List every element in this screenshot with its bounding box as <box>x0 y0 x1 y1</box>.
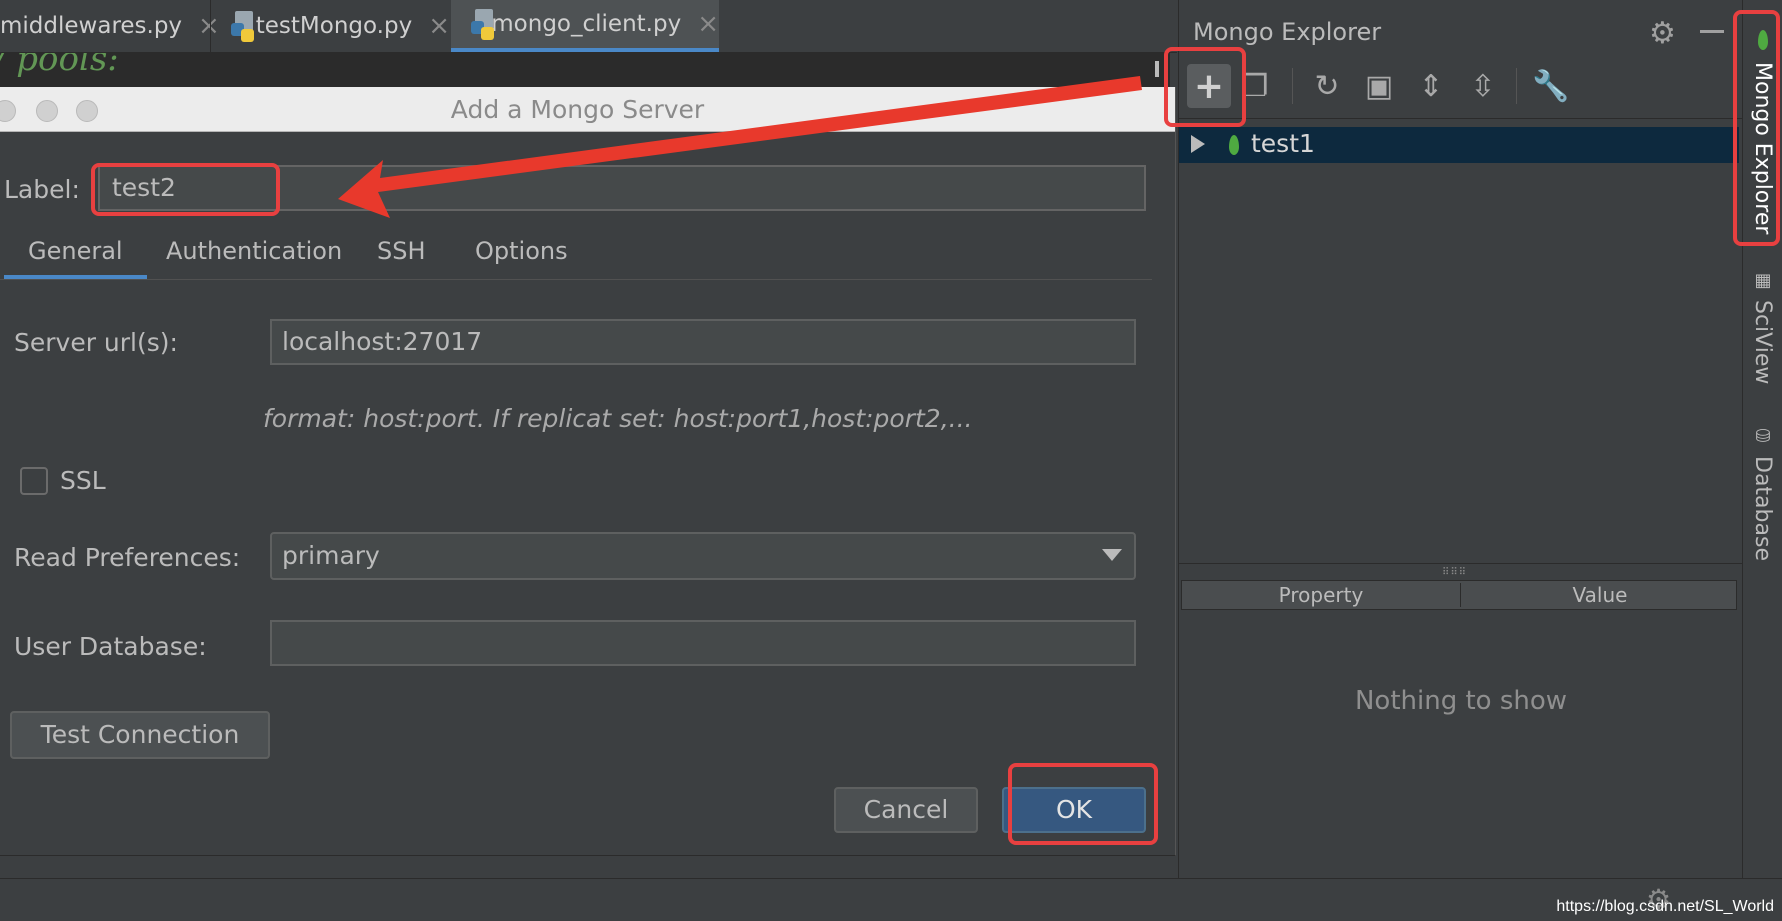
dialog-tab-bar: General Authentication SSH Options <box>0 223 1152 280</box>
user-database-label: User Database: <box>14 632 207 661</box>
tab-middlewares[interactable]: middlewares.py × <box>0 0 220 52</box>
mongo-leaf-icon <box>1229 135 1239 155</box>
ok-button[interactable]: OK <box>1002 787 1146 833</box>
sidebar-tab-sciview[interactable]: SciView <box>1750 300 1775 384</box>
column-value[interactable]: Value <box>1461 583 1739 607</box>
close-icon[interactable]: × <box>697 9 719 39</box>
property-table-header: Property Value <box>1181 580 1737 610</box>
server-url-label: Server url(s): <box>14 328 178 357</box>
empty-state-text: Nothing to show <box>1354 686 1568 716</box>
wrench-icon[interactable]: 🔧 <box>1529 64 1573 108</box>
editor-tab-bar: middlewares.py × testMongo.py × mongo_cl… <box>0 0 1177 53</box>
cancel-button[interactable]: Cancel <box>834 787 978 833</box>
format-hint: format: host:port. If replicat set: host… <box>263 404 973 433</box>
dialog-titlebar: Add a Mongo Server <box>0 87 1175 132</box>
tab-general[interactable]: General <box>4 223 147 279</box>
label-caption: Label: <box>4 175 80 204</box>
editor-area: / pools: <box>0 53 1170 87</box>
toolbar-separator <box>1516 68 1517 104</box>
sidebar-tab-mongo-explorer[interactable]: Mongo Explorer <box>1750 62 1775 234</box>
ssl-checkbox[interactable] <box>20 467 48 495</box>
collapse-all-icon[interactable]: ⇳ <box>1461 64 1505 108</box>
mongo-explorer-panel: Mongo Explorer ⚙ + ❐ ↻ ▣ ⇕ ⇳ 🔧 test1 ⠿⠿⠿… <box>1178 0 1743 878</box>
ssl-label: SSL <box>60 466 106 495</box>
duplicate-server-icon[interactable]: ❐ <box>1233 64 1277 108</box>
panel-splitter[interactable]: ⠿⠿⠿ <box>1179 563 1743 578</box>
tree-item-test1[interactable]: test1 <box>1179 127 1739 163</box>
user-database-input[interactable] <box>270 620 1136 666</box>
code-text: / pools: <box>0 53 119 79</box>
tab-label: middlewares.py <box>0 13 183 39</box>
toolbar-separator <box>1292 68 1293 104</box>
sciview-icon: ▦ <box>1754 270 1772 291</box>
python-file-icon <box>231 11 254 42</box>
tab-ssh[interactable]: SSH <box>377 223 426 279</box>
close-icon[interactable]: × <box>428 11 450 41</box>
expand-arrow-icon[interactable] <box>1191 135 1205 153</box>
minimize-icon[interactable] <box>1700 30 1724 33</box>
read-preferences-select[interactable]: primary <box>270 532 1136 580</box>
tab-label: testMongo.py <box>255 13 413 39</box>
tab-mongo-client[interactable]: mongo_client.py × <box>451 0 719 52</box>
read-preferences-label: Read Preferences: <box>14 543 241 572</box>
tool-window-strip: Mongo Explorer ▦ SciView ⛁ Database <box>1742 0 1782 878</box>
status-bar: ⚙ <box>0 878 1782 921</box>
test-connection-button[interactable]: Test Connection <box>10 711 270 759</box>
label-input[interactable]: test2 <box>98 165 1146 211</box>
gear-icon[interactable]: ⚙ <box>1649 16 1676 51</box>
label-row: Label: test2 <box>0 165 1175 215</box>
server-url-input[interactable]: localhost:27017 <box>270 319 1136 365</box>
panel-title: Mongo Explorer <box>1193 18 1382 46</box>
tab-options[interactable]: Options <box>475 223 568 279</box>
sidebar-tab-database[interactable]: Database <box>1750 456 1775 561</box>
tab-label: mongo_client.py <box>491 11 682 37</box>
python-file-icon <box>471 9 494 40</box>
chevron-down-icon <box>1102 549 1122 561</box>
read-preferences-value: primary <box>282 541 380 570</box>
tab-authentication[interactable]: Authentication <box>166 223 342 279</box>
explorer-toolbar: + ❐ ↻ ▣ ⇕ ⇳ 🔧 <box>1179 58 1743 119</box>
add-mongo-server-dialog: Add a Mongo Server Label: test2 General … <box>0 87 1176 856</box>
database-icon: ⛁ <box>1755 426 1771 447</box>
tab-testmongo[interactable]: testMongo.py × <box>210 0 450 52</box>
watermark-text: https://blog.csdn.net/SL_World <box>1556 898 1774 915</box>
refresh-icon[interactable]: ↻ <box>1305 64 1349 108</box>
dialog-title: Add a Mongo Server <box>450 95 705 124</box>
drag-grip-icon: ⠿⠿⠿ <box>1442 567 1467 578</box>
tree-item-label: test1 <box>1251 129 1315 158</box>
column-property[interactable]: Property <box>1182 583 1460 607</box>
mongo-leaf-icon <box>1758 30 1768 50</box>
expand-all-icon[interactable]: ⇕ <box>1409 64 1453 108</box>
view-collection-icon[interactable]: ▣ <box>1357 64 1401 108</box>
add-server-icon[interactable]: + <box>1187 64 1231 108</box>
scroll-marker <box>1155 61 1159 77</box>
